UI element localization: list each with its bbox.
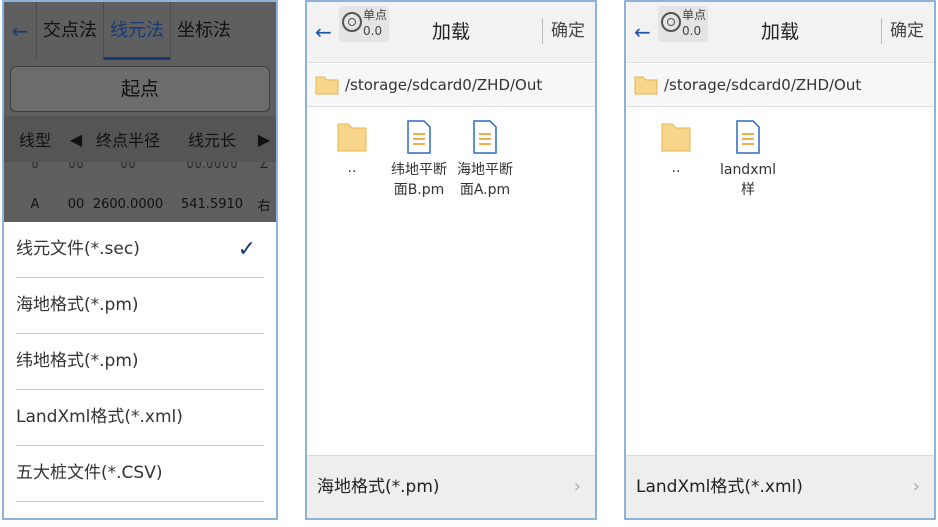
start-point-button[interactable]: 起点 — [10, 66, 270, 112]
cell: ∠ — [259, 162, 269, 171]
menu-item-label: 海地格式(*.pm) — [16, 295, 139, 315]
cell-element-length: 541.5910 — [180, 196, 244, 212]
menu-item-sec[interactable]: 线元文件(*.sec) ✓ — [16, 222, 264, 278]
folder-icon — [337, 123, 367, 152]
path-text: /storage/sdcard0/ZHD/Out — [664, 76, 862, 94]
folder-icon — [634, 76, 658, 95]
file-name: 海地平断面A.pm — [457, 162, 513, 198]
checkmark-icon: ✓ — [237, 237, 256, 262]
line-element-panel: ← 交点法 线元法 坐标法 起点 线型 ◀ 终点半径 线元长 ▶ ∪ ∪∪ ∪∪… — [2, 0, 278, 520]
format-menu: 线元文件(*.sec) ✓ 海地格式(*.pm) 纬地格式(*.pm) Land… — [4, 222, 276, 518]
col-line-type: 线型 — [18, 131, 51, 150]
menu-item-haidi[interactable]: 海地格式(*.pm) — [16, 278, 264, 334]
top-tab-bar: ← 交点法 线元法 坐标法 — [4, 2, 276, 60]
cell-line-type: A — [30, 196, 40, 212]
cell: ∪∪.∪∪∪∪ — [186, 162, 238, 171]
cell: ∪ — [30, 162, 40, 171]
format-label: LandXml格式(*.xml) — [636, 477, 803, 497]
path-bar: /storage/sdcard0/ZHD/Out — [307, 64, 595, 107]
chevron-right-icon: › — [912, 476, 920, 497]
folder-icon — [315, 76, 339, 95]
tab-intersection[interactable]: 交点法 — [36, 2, 103, 60]
cell: ∪∪ — [67, 162, 85, 171]
menu-item-label: 线元文件(*.sec) — [16, 239, 140, 259]
document-icon — [473, 120, 497, 154]
file-item-parent[interactable]: .. — [646, 120, 706, 178]
menu-item-label: LandXml格式(*.xml) — [16, 407, 183, 427]
scroll-right-icon[interactable]: ▶ — [254, 130, 274, 149]
path-text: /storage/sdcard0/ZHD/Out — [345, 76, 543, 94]
table-header: 线型 ◀ 终点半径 线元长 ▶ — [4, 116, 276, 162]
menu-item-csv[interactable]: 五大桩文件(*.CSV) — [16, 446, 264, 502]
menu-item-landxml[interactable]: LandXml格式(*.xml) — [16, 390, 264, 446]
menu-item-weidi[interactable]: 纬地格式(*.pm) — [16, 334, 264, 390]
col-end-radius: 终点半径 — [95, 131, 160, 150]
document-icon — [407, 120, 431, 154]
format-selector[interactable]: LandXml格式(*.xml) › — [626, 455, 934, 518]
file-name: .. — [347, 160, 357, 176]
format-selector[interactable]: 海地格式(*.pm) › — [307, 455, 595, 518]
header-bar: ← 单点 0.0 加载 确定 — [307, 2, 595, 63]
confirm-button[interactable]: 确定 — [542, 18, 585, 44]
header-bar: ← 单点 0.0 加载 确定 — [626, 2, 934, 63]
tab-coordinate[interactable]: 坐标法 — [170, 2, 237, 60]
file-name: 纬地平断面B.pm — [391, 162, 447, 198]
file-item[interactable]: 纬地平断面B.pm — [389, 120, 449, 200]
dimmed-background: ← 交点法 线元法 坐标法 起点 线型 ◀ 终点半径 线元长 ▶ ∪ ∪∪ ∪∪… — [4, 2, 276, 222]
file-name: .. — [671, 160, 681, 176]
menu-item-label: 五大桩文件(*.CSV) — [16, 463, 163, 483]
menu-item-label: 纬地格式(*.pm) — [16, 351, 139, 371]
file-name: landxml样 — [719, 162, 777, 198]
load-panel-haidi: ← 单点 0.0 加载 确定 /storage/sdcard0/ZHD/Out … — [305, 0, 597, 520]
cell: ∪∪ — [119, 162, 137, 171]
tab-line-element[interactable]: 线元法 — [103, 2, 170, 60]
table-row[interactable]: A 00 2600.0000 541.5910 右 — [4, 186, 276, 222]
table-row-partial: ∪ ∪∪ ∪∪ ∪∪.∪∪∪∪ ∠ — [4, 162, 276, 174]
load-panel-landxml: ← 单点 0.0 加载 确定 /storage/sdcard0/ZHD/Out … — [624, 0, 936, 520]
cell-end-radius: 2600.0000 — [92, 196, 164, 212]
confirm-button[interactable]: 确定 — [881, 18, 924, 44]
scroll-left-icon[interactable]: ◀ — [66, 130, 86, 149]
format-label: 海地格式(*.pm) — [317, 477, 440, 497]
file-item[interactable]: landxml样 — [718, 120, 778, 200]
back-arrow-icon[interactable]: ← — [4, 19, 36, 43]
chevron-right-icon: › — [573, 476, 581, 497]
file-item-parent[interactable]: .. — [322, 120, 382, 178]
folder-icon — [661, 123, 691, 152]
cell-code: 00 — [67, 196, 85, 212]
cell-direction: 右 — [257, 198, 271, 214]
path-bar: /storage/sdcard0/ZHD/Out — [626, 64, 934, 107]
file-item[interactable]: 海地平断面A.pm — [455, 120, 515, 200]
document-icon — [736, 120, 760, 154]
col-element-length: 线元长 — [187, 131, 236, 150]
